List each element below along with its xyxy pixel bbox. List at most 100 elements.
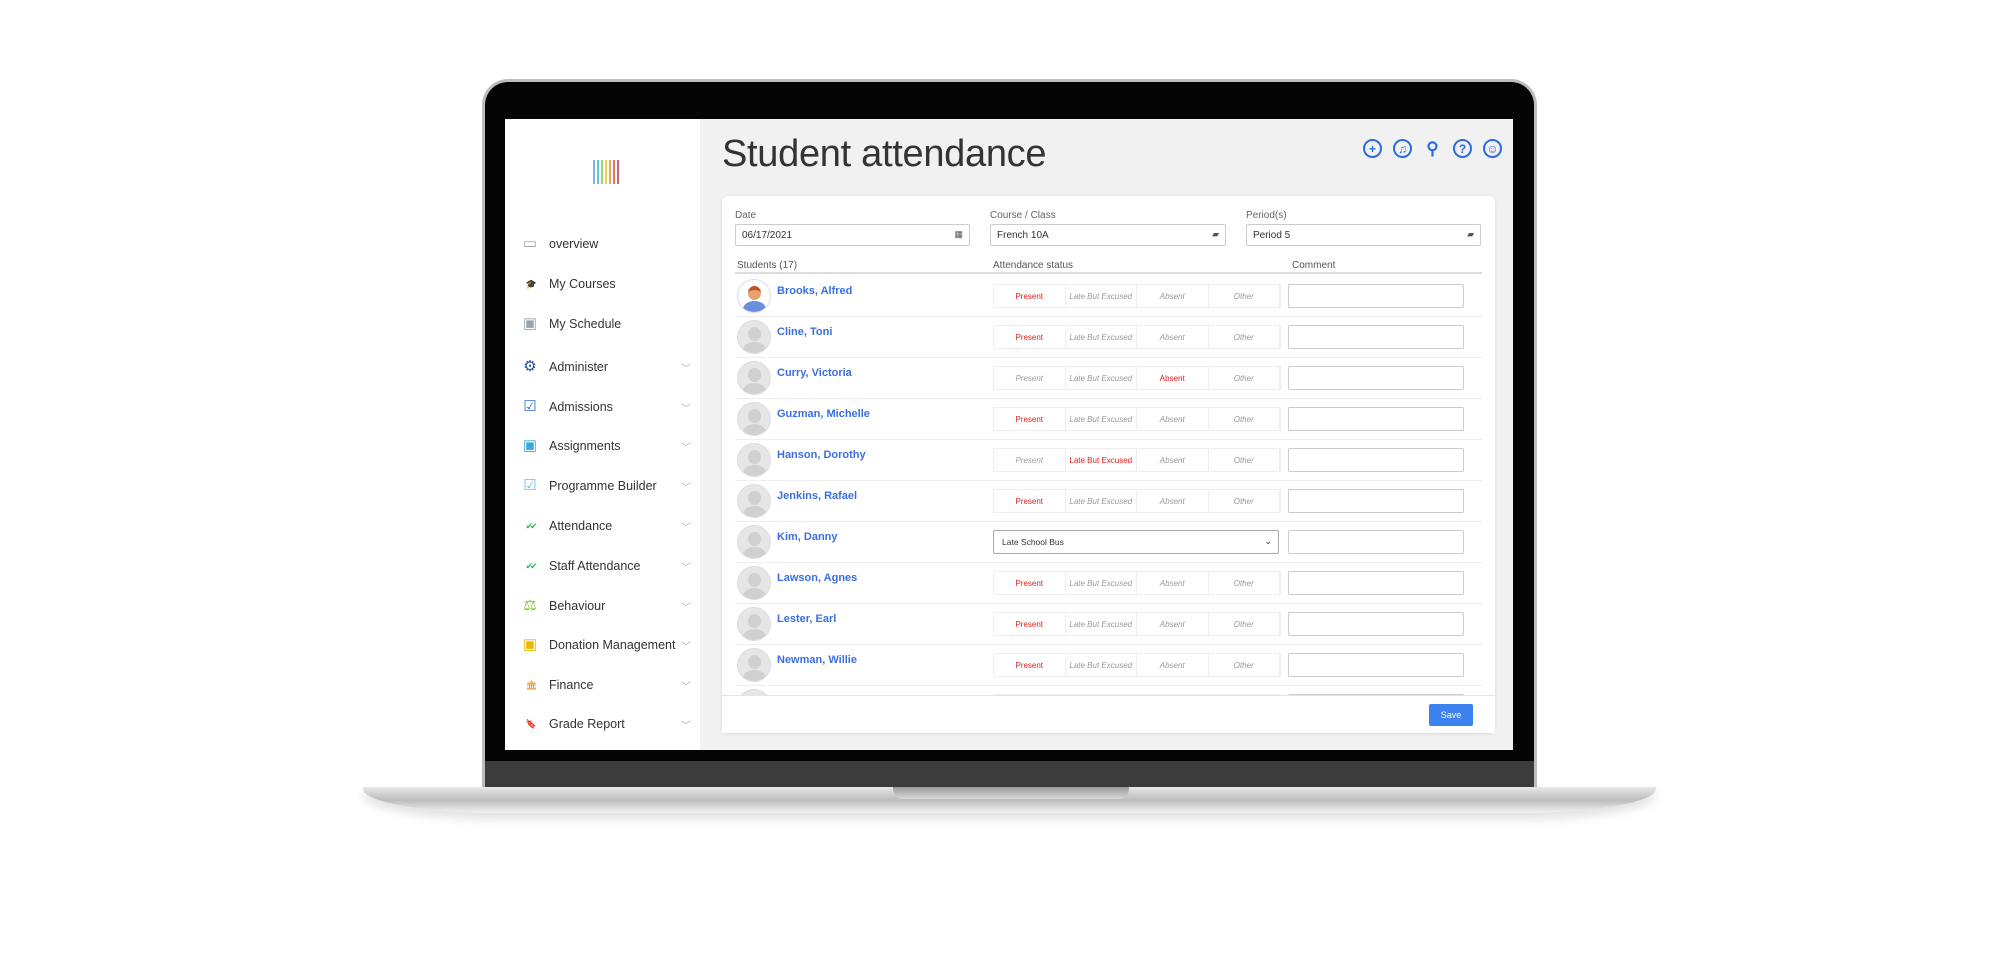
status-header: Attendance status [993,260,1074,271]
status-option-absent[interactable]: Absent [1137,572,1209,594]
status-option-late-but-excused[interactable]: Late But Excused [1066,613,1137,635]
logo-bar [609,160,611,184]
logo-bar [613,160,615,184]
status-option-absent[interactable]: Absent [1137,613,1209,635]
status-option-other[interactable]: Other [1209,408,1280,430]
date-input[interactable]: 06/17/2021 ▦ [735,224,970,246]
status-option-late-but-excused[interactable]: Late But Excused [1066,449,1137,471]
chevron-down-icon[interactable]: ﹀ [681,479,691,494]
student-name-link[interactable]: Brooks, Alfred [777,285,852,297]
chevron-down-icon[interactable]: ﹀ [681,638,691,653]
help-icon[interactable]: ? [1453,139,1472,158]
sidebar-item-overview[interactable]: ▭ overview [505,229,700,259]
sidebar-item-donation-management[interactable]: ▣ Donation Management ﹀ [505,630,700,660]
status-option-other[interactable]: Other [1209,367,1280,389]
status-option-absent[interactable]: Absent [1137,490,1209,512]
sidebar-item-assignments[interactable]: ▣ Assignments ﹀ [505,431,700,461]
sidebar-item-my-courses[interactable]: 🎓 My Courses [505,269,700,299]
status-option-other[interactable]: Other [1209,613,1280,635]
sidebar-item-admissions[interactable]: ☑ Admissions ﹀ [505,392,700,422]
chevron-down-icon[interactable]: ﹀ [681,439,691,454]
comment-input[interactable] [1288,448,1464,472]
chevron-down-icon[interactable]: ﹀ [681,519,691,534]
status-option-other[interactable]: Other [1209,490,1280,512]
comment-input[interactable] [1288,571,1464,595]
sidebar-item-behaviour[interactable]: ⚖ Behaviour ﹀ [505,591,700,621]
status-option-absent[interactable]: Absent [1137,449,1209,471]
chevron-down-icon[interactable]: ﹀ [681,400,691,415]
status-option-absent[interactable]: Absent [1137,326,1209,348]
attendance-status-toggle: PresentLate But ExcusedAbsentOther [993,448,1281,472]
sidebar-item-my-schedule[interactable]: ▣ My Schedule [505,309,700,339]
app-logo[interactable] [593,160,619,184]
account-icon[interactable]: ☺ [1483,139,1502,158]
status-option-present[interactable]: Present [994,572,1066,594]
chevron-down-icon[interactable]: ﹀ [681,559,691,574]
status-option-other[interactable]: Other [1209,326,1280,348]
calendar-icon[interactable]: ▦ [954,229,963,240]
notification-icon[interactable]: ♫ [1393,139,1412,158]
comment-input[interactable] [1288,366,1464,390]
comment-input[interactable] [1288,284,1464,308]
sidebar-item-grade-report[interactable]: 🔖 Grade Report ﹀ [505,709,700,739]
sidebar-item-label: Behaviour [549,599,606,613]
sidebar-item-staff-attendance[interactable]: ✔✔ Staff Attendance ﹀ [505,551,700,581]
chevron-down-icon[interactable]: ﹀ [681,678,691,693]
chevron-down-icon[interactable]: ﹀ [681,360,691,375]
status-option-late-but-excused[interactable]: Late But Excused [1066,572,1137,594]
status-option-late-but-excused[interactable]: Late But Excused [1066,285,1137,307]
status-option-present[interactable]: Present [994,490,1066,512]
attendance-status-select[interactable]: Late School Bus ⌄ [993,530,1279,554]
status-option-other[interactable]: Other [1209,449,1280,471]
status-option-late-but-excused[interactable]: Late But Excused [1066,408,1137,430]
student-name-link[interactable]: Kim, Danny [777,531,838,543]
status-option-present[interactable]: Present [994,449,1066,471]
sidebar-item-attendance[interactable]: ✔✔ Attendance ﹀ [505,511,700,541]
student-name-link[interactable]: Lawson, Agnes [777,572,857,584]
status-option-present[interactable]: Present [994,408,1066,430]
status-option-present[interactable]: Present [994,613,1066,635]
comment-input[interactable] [1288,407,1464,431]
status-option-late-but-excused[interactable]: Late But Excused [1066,490,1137,512]
sidebar-item-label: Assignments [549,439,621,453]
selected-status: Late School Bus [1002,537,1064,547]
status-option-absent[interactable]: Absent [1137,285,1209,307]
add-icon[interactable]: + [1363,139,1382,158]
status-option-present[interactable]: Present [994,367,1066,389]
comment-header: Comment [1292,260,1336,271]
attendance-status-toggle: PresentLate But ExcusedAbsentOther [993,284,1281,308]
status-option-other[interactable]: Other [1209,285,1280,307]
status-option-present[interactable]: Present [994,326,1066,348]
student-name-link[interactable]: Jenkins, Rafael [777,490,857,502]
status-option-present[interactable]: Present [994,654,1066,676]
status-option-late-but-excused[interactable]: Late But Excused [1066,654,1137,676]
status-option-present[interactable]: Present [994,285,1066,307]
search-icon[interactable]: ⚲ [1423,139,1442,158]
course-select[interactable]: French 10A ▰ [990,224,1226,246]
chevron-down-icon[interactable]: ﹀ [681,717,691,732]
student-name-link[interactable]: Newman, Willie [777,654,857,666]
student-name-link[interactable]: Cline, Toni [777,326,832,338]
student-name-link[interactable]: Lester, Earl [777,613,836,625]
student-name-link[interactable]: Curry, Victoria [777,367,852,379]
comment-input[interactable] [1288,489,1464,513]
period-select[interactable]: Period 5 ▰ [1246,224,1481,246]
student-name-link[interactable]: Guzman, Michelle [777,408,870,420]
comment-input[interactable] [1288,612,1464,636]
save-button[interactable]: Save [1429,704,1473,726]
status-option-other[interactable]: Other [1209,572,1280,594]
status-option-absent[interactable]: Absent [1137,367,1209,389]
comment-input[interactable] [1288,653,1464,677]
status-option-absent[interactable]: Absent [1137,408,1209,430]
status-option-late-but-excused[interactable]: Late But Excused [1066,367,1137,389]
sidebar-item-finance[interactable]: 🏛 Finance ﹀ [505,670,700,700]
student-name-link[interactable]: Hanson, Dorothy [777,449,866,461]
chevron-down-icon[interactable]: ﹀ [681,599,691,614]
comment-input[interactable] [1288,325,1464,349]
sidebar-item-programme-builder[interactable]: ☑ Programme Builder ﹀ [505,471,700,501]
status-option-absent[interactable]: Absent [1137,654,1209,676]
status-option-late-but-excused[interactable]: Late But Excused [1066,326,1137,348]
status-option-other[interactable]: Other [1209,654,1280,676]
comment-input[interactable] [1288,530,1464,554]
sidebar-item-administer[interactable]: ⚙ Administer ﹀ [505,352,700,382]
